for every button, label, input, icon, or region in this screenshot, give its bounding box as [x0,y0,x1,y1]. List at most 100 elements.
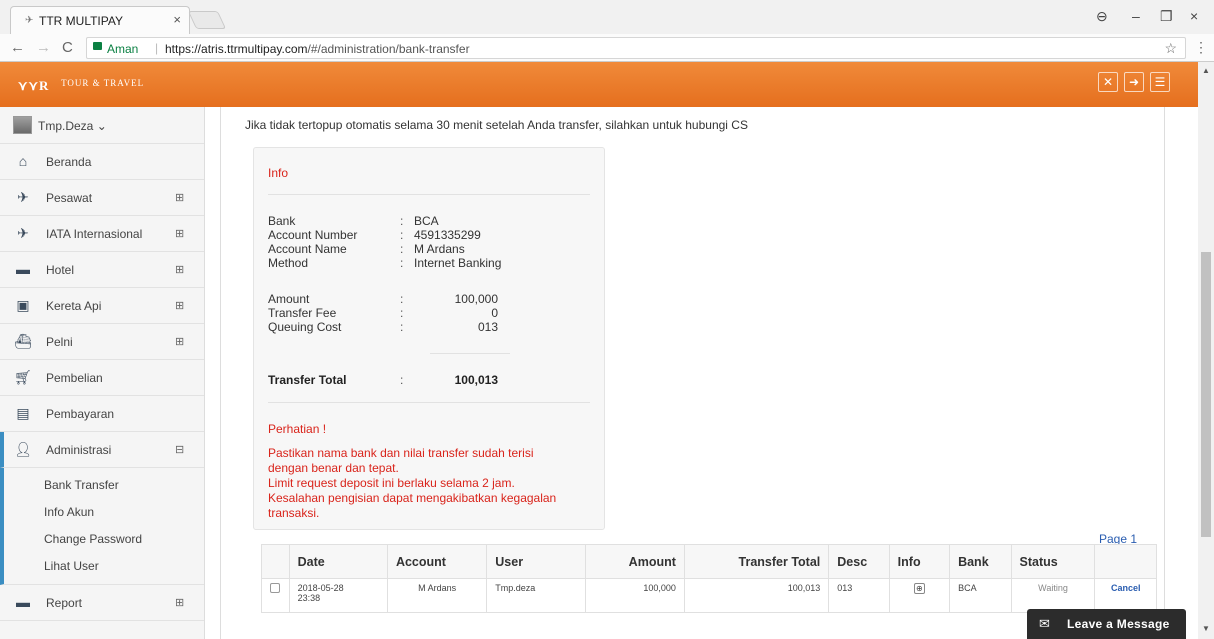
divider [268,194,590,195]
col-bank[interactable]: Bank [949,544,1012,579]
transfer-fee-label: Transfer Fee [268,306,337,320]
sidebar-item-beranda[interactable]: ⌂ Beranda [0,144,204,180]
user-menu[interactable]: Tmp.Deza ⌄ [0,107,204,144]
expand-icon[interactable]: ⊞ [175,596,184,609]
sidebar-item-iata[interactable]: ✈ IATA Internasional ⊞ [0,216,204,252]
scroll-down-icon[interactable]: ▼ [1202,624,1210,633]
table-header-row: Date Account User Amount Transfer Total … [261,544,1157,579]
secure-label: Aman [107,42,139,56]
method-label: Method [268,256,309,270]
col-status[interactable]: Status [1010,544,1096,579]
colon: : [400,306,404,320]
col-transfer-total[interactable]: Transfer Total [683,544,830,579]
queuing-cost-value: 013 [477,320,498,334]
browser-menu-icon[interactable]: ⋮ [1194,39,1208,56]
browser-tab[interactable]: ✈ TTR MULTIPAY × [10,6,190,34]
profile-icon[interactable]: ⊖ [1096,8,1108,25]
plane-icon: ✈ [17,225,29,241]
colon: : [400,373,404,387]
divider [268,402,590,403]
envelope-icon: ✉ [1039,616,1050,631]
sidebar-item-pesawat[interactable]: ✈ Pesawat ⊞ [0,180,204,216]
sidebar-item-kereta-api[interactable]: ▣ Kereta Api ⊞ [0,288,204,324]
cart-icon: 🛒︎ [14,369,32,385]
divider [430,353,510,354]
train-icon: ▣ [16,297,30,313]
hamburger-icon: ☰ [1154,75,1166,89]
warning-line: Limit request deposit ini berlaku selama… [268,476,515,490]
sidebar-item-pelni[interactable]: ⛴ Pelni ⊞ [0,324,204,360]
leave-message-button[interactable]: ✉ Leave a Message [1027,609,1186,639]
browser-tab-strip: ✈ TTR MULTIPAY × ⊖ – ❐ × [0,0,1214,34]
transfer-info-box: Info Bank : BCA Account Number : 4591335… [253,147,605,530]
col-account[interactable]: Account [386,544,488,579]
row-select-cell [261,578,290,613]
table-row: 2018-05-28 23:38 M Ardans Tmp.deza 100,00… [261,578,1157,613]
transfer-fee-value: 0 [491,306,498,320]
logo[interactable]: ⋎⋎R TOUR & TRAVEL [18,78,145,93]
sidebar: Tmp.Deza ⌄ ⌂ Beranda ✈ Pesawat ⊞ ✈ IATA … [0,107,205,639]
restore-icon[interactable]: ❐ [1160,8,1173,25]
tab-close-icon[interactable]: × [173,12,181,27]
account-number-label: Account Number [268,228,358,242]
logout-button[interactable]: ➜ [1124,72,1144,92]
col-select [261,544,290,579]
expand-icon[interactable]: ⊞ [175,335,184,348]
menu-toggle-button[interactable]: ☰ [1150,72,1170,92]
bank-cell: BCA [949,578,1012,613]
sidebar-item-info-akun[interactable]: Info Akun [4,499,204,526]
tab-title: TTR MULTIPAY [39,14,123,28]
back-icon[interactable]: ← [10,39,25,56]
reload-icon[interactable]: C [62,39,73,56]
transfer-total-label: Transfer Total [268,373,347,387]
expand-icon[interactable]: ⊞ [175,299,184,312]
collapse-icon[interactable]: ⊟ [175,443,184,456]
forward-icon[interactable]: → [36,39,51,56]
minimize-icon[interactable]: – [1132,8,1140,24]
expand-icon[interactable]: ⊞ [175,263,184,276]
sidebar-item-pembelian[interactable]: 🛒︎ Pembelian [0,360,204,396]
new-tab-button[interactable] [187,11,227,29]
col-desc[interactable]: Desc [828,544,890,579]
warning-line: dengan benar dan tepat. [268,461,399,475]
page-scrollbar[interactable]: ▲ ▼ [1198,62,1214,639]
url-input[interactable]: Aman | https://atris.ttrmultipay.com/#/a… [86,37,1186,59]
sidebar-item-hotel[interactable]: ▬ Hotel ⊞ [0,252,204,288]
col-user[interactable]: User [486,544,586,579]
zoom-icon[interactable]: ⊕ [913,583,925,594]
expand-icon[interactable]: ⊞ [175,191,184,204]
colon: : [400,214,404,228]
amount-cell: 100,000 [584,578,685,613]
sidebar-item-bank-transfer[interactable]: Bank Transfer [4,472,204,499]
logo-text: TOUR & TRAVEL [61,78,145,89]
cancel-link[interactable]: Cancel [1111,583,1141,593]
col-action [1094,544,1157,579]
sidebar-item-change-password[interactable]: Change Password [4,526,204,553]
scroll-up-icon[interactable]: ▲ [1202,66,1210,75]
sidebar-item-report[interactable]: ▬ Report ⊞ [0,585,204,621]
action-cell: Cancel [1094,578,1157,613]
sidebar-item-lihat-user[interactable]: Lihat User [4,553,204,580]
col-date[interactable]: Date [288,544,388,579]
window-close-icon[interactable]: × [1190,8,1198,24]
account-cell: M Ardans [386,578,488,613]
row-checkbox[interactable] [270,583,281,593]
warning-text: Pastikan nama bank dan nilai transfer su… [268,446,604,521]
col-info[interactable]: Info [888,544,951,579]
queuing-cost-label: Queuing Cost [268,320,342,334]
scroll-thumb[interactable] [1201,252,1211,537]
colon: : [400,242,404,256]
sidebar-item-label: Report [46,596,83,610]
user-icon: 👤︎ [14,441,32,457]
bookmark-star-icon[interactable]: ☆ [1164,40,1177,57]
url-path: /#/administration/bank-transfer [307,42,470,56]
address-bar: ← → C Aman | https://atris.ttrmultipay.c… [0,34,1214,62]
expand-icon[interactable]: ⊞ [175,227,184,240]
sidebar-item-administrasi[interactable]: 👤︎ Administrasi ⊟ [0,432,204,468]
url-text: https://atris.ttrmultipay.com/#/administ… [165,42,470,56]
administrasi-submenu: Bank Transfer Info Akun Change Password … [0,468,204,585]
col-amount[interactable]: Amount [584,544,685,579]
sidebar-item-pembayaran[interactable]: ▤ Pembayaran [0,396,204,432]
info-cell: ⊕ [888,578,951,613]
fullscreen-button[interactable]: ✕ [1098,72,1118,92]
